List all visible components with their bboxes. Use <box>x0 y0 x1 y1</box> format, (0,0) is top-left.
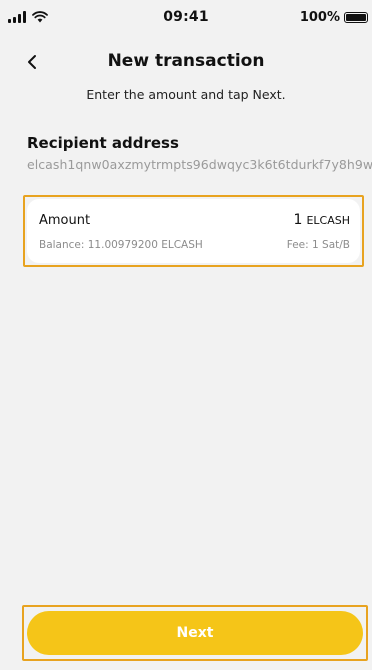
recipient-address: elcash1qnw0axzmytrmpts96dwqyc3k6t6tdurkf… <box>27 157 372 172</box>
battery-indicator: 100% <box>300 10 368 25</box>
fee-text: Fee: 1 Sat/B <box>286 239 350 251</box>
amount-number[interactable]: 1 <box>294 212 303 228</box>
battery-icon <box>344 12 368 23</box>
recipient-label: Recipient address <box>27 134 179 152</box>
amount-value[interactable]: 1 ELCASH <box>294 212 350 228</box>
next-button[interactable]: Next <box>27 611 363 655</box>
page-title: New transaction <box>107 51 265 71</box>
amount-unit: ELCASH <box>306 214 350 227</box>
amount-label: Amount <box>39 213 91 228</box>
balance-text: Balance: 11.00979200 ELCASH <box>39 239 203 251</box>
battery-percent: 100% <box>299 10 340 25</box>
new-transaction-screen: 09:41 100% New transaction Enter the amo… <box>0 0 372 670</box>
status-bar: 09:41 100% <box>0 0 372 36</box>
amount-field[interactable]: Amount 1 ELCASH Balance: 11.00979200 ELC… <box>27 199 360 263</box>
page-subtitle: Enter the amount and tap Next. <box>86 87 286 102</box>
